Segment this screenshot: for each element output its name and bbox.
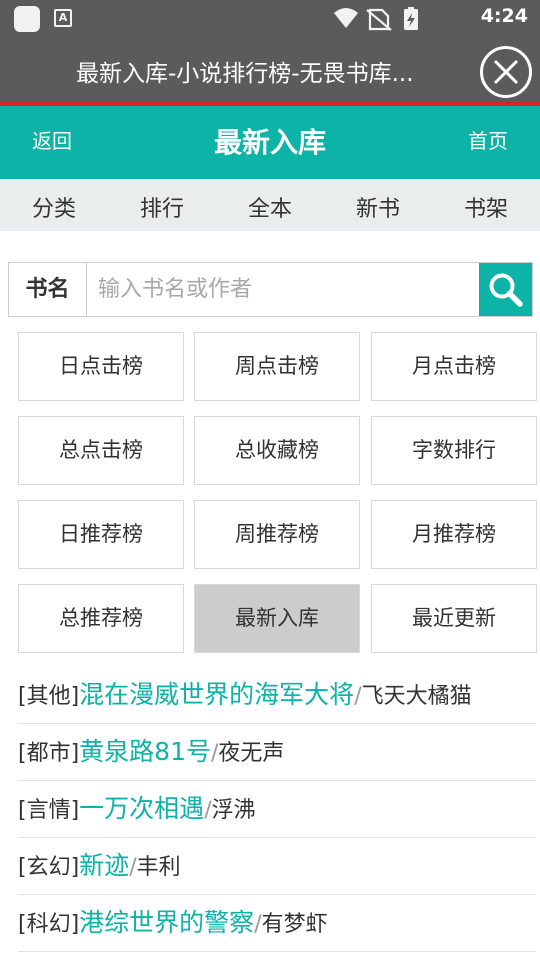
rank-weekly-recommend[interactable]: 周推荐榜 — [194, 500, 360, 569]
book-title-link[interactable]: 混在漫威世界的海军大将 — [79, 680, 354, 709]
search-button[interactable] — [479, 263, 532, 316]
status-bar: A 4:24 — [0, 0, 540, 36]
close-button[interactable] — [480, 46, 532, 98]
book-author: 浮沸 — [211, 798, 256, 823]
book-list-item: [科幻]港综世界的警察/有梦虾 — [18, 895, 536, 952]
rank-monthly-recommend[interactable]: 月推荐榜 — [371, 500, 537, 569]
rank-daily-recommend[interactable]: 日推荐榜 — [18, 500, 184, 569]
search-field-label: 书名 — [9, 263, 87, 316]
search-bar: 书名 — [8, 262, 533, 317]
page-title: 最新入库 — [213, 126, 326, 159]
close-icon — [493, 59, 519, 85]
book-separator: / — [354, 684, 362, 709]
nav-item-bookshelf[interactable]: 书架 — [441, 191, 531, 223]
book-separator: / — [204, 798, 212, 823]
book-list-item: [都市]黄泉路81号/夜无声 — [18, 724, 536, 781]
rank-newest-added[interactable]: 最新入库 — [194, 584, 360, 653]
rank-total-recommend[interactable]: 总推荐榜 — [18, 584, 184, 653]
category-nav: 分类 排行 全本 新书 书架 — [0, 179, 540, 231]
nav-item-category[interactable]: 分类 — [9, 191, 99, 223]
book-category: [玄幻] — [18, 855, 80, 880]
search-input[interactable] — [88, 263, 481, 316]
a-notification-icon: A — [54, 9, 72, 27]
book-author: 飞天大橘猫 — [361, 684, 472, 709]
no-sim-icon — [366, 8, 392, 31]
webview-title-bar: 最新入库-小说排行榜-无畏书库... — [0, 36, 540, 102]
book-category: [科幻] — [18, 912, 80, 937]
book-category: [言情] — [18, 798, 80, 823]
book-title-link[interactable]: 黄泉路81号 — [79, 737, 211, 766]
nav-item-ranking[interactable]: 排行 — [117, 191, 207, 223]
book-title-link[interactable]: 港综世界的警察 — [79, 908, 254, 937]
home-link[interactable]: 首页 — [468, 125, 508, 154]
status-time: 4:24 — [480, 5, 528, 27]
book-category: [都市] — [18, 741, 80, 766]
page-header: 返回 最新入库 首页 — [0, 106, 540, 179]
rank-total-favorites[interactable]: 总收藏榜 — [194, 416, 360, 485]
book-list-item: [其他]混在漫威世界的海军大将/飞天大橘猫 — [18, 667, 536, 724]
battery-charging-icon — [404, 7, 418, 30]
rank-word-count[interactable]: 字数排行 — [371, 416, 537, 485]
book-title-link[interactable]: 一万次相遇 — [79, 794, 204, 823]
book-author: 丰利 — [136, 855, 181, 880]
book-list-item: [玄幻]新迹/丰利 — [18, 838, 536, 895]
nav-item-complete[interactable]: 全本 — [225, 191, 315, 223]
search-icon — [489, 273, 523, 307]
book-author: 夜无声 — [218, 741, 285, 766]
book-separator: / — [129, 855, 137, 880]
book-category: [其他] — [18, 684, 80, 709]
book-separator: / — [254, 912, 262, 937]
rank-recently-updated[interactable]: 最近更新 — [371, 584, 537, 653]
rank-weekly-clicks[interactable]: 周点击榜 — [194, 332, 360, 401]
book-author: 有梦虾 — [261, 912, 328, 937]
rank-daily-clicks[interactable]: 日点击榜 — [18, 332, 184, 401]
book-list-item: [言情]一万次相遇/浮沸 — [18, 781, 536, 838]
notification-app-icon — [14, 6, 40, 32]
nav-item-new-books[interactable]: 新书 — [333, 191, 423, 223]
rank-total-clicks[interactable]: 总点击榜 — [18, 416, 184, 485]
webview-title: 最新入库-小说排行榜-无畏书库... — [76, 61, 414, 87]
wifi-icon — [334, 8, 358, 28]
rank-monthly-clicks[interactable]: 月点击榜 — [371, 332, 537, 401]
book-title-link[interactable]: 新迹 — [79, 851, 129, 880]
